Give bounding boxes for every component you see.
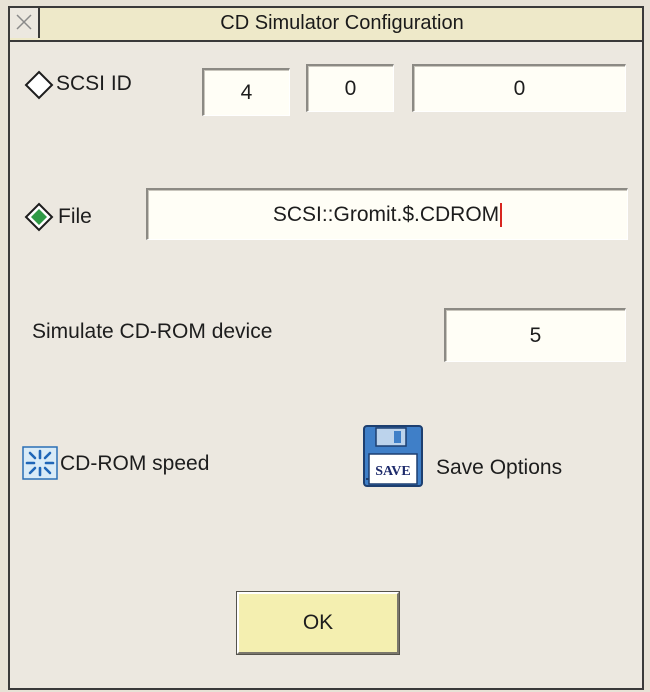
scsi-id-radio[interactable]: SCSI ID	[24, 64, 184, 104]
text-caret	[500, 203, 503, 228]
scsi-id-field-1[interactable]: 4	[202, 68, 290, 116]
close-icon	[16, 14, 32, 30]
file-radio[interactable]: File	[24, 196, 154, 236]
save-options-label: Save Options	[436, 456, 563, 479]
title-bar[interactable]: CD Simulator Configuration	[10, 8, 642, 42]
window-title: CD Simulator Configuration	[220, 12, 464, 34]
scsi-id-field-3[interactable]: 0	[412, 64, 626, 112]
cd-rom-speed-button[interactable]: CD-ROM speed	[22, 444, 282, 484]
radio-on-icon	[24, 202, 54, 232]
file-path-input[interactable]: SCSI::Gromit.$.CDROM	[146, 188, 628, 240]
ok-button[interactable]: OK	[237, 592, 399, 654]
simulate-device-label: Simulate CD-ROM device	[32, 320, 273, 343]
save-icon-text: SAVE	[375, 464, 411, 479]
scsi-id-field-2[interactable]: 0	[306, 64, 394, 112]
close-button[interactable]	[10, 8, 40, 38]
config-window: CD Simulator Configuration SCSI ID 4 0 0…	[8, 6, 644, 690]
save-options-button[interactable]: SAVE Save Options	[360, 424, 620, 494]
file-path-text: SCSI::Gromit.$.CDROM	[272, 203, 500, 226]
simulate-device-field[interactable]: 5	[444, 308, 626, 362]
file-label: File	[58, 205, 92, 228]
speed-icon	[22, 446, 58, 480]
radio-off-icon	[24, 70, 54, 100]
floppy-disk-icon: SAVE	[363, 425, 423, 487]
cd-rom-speed-label: CD-ROM speed	[60, 452, 210, 475]
scsi-id-label: SCSI ID	[56, 72, 132, 95]
